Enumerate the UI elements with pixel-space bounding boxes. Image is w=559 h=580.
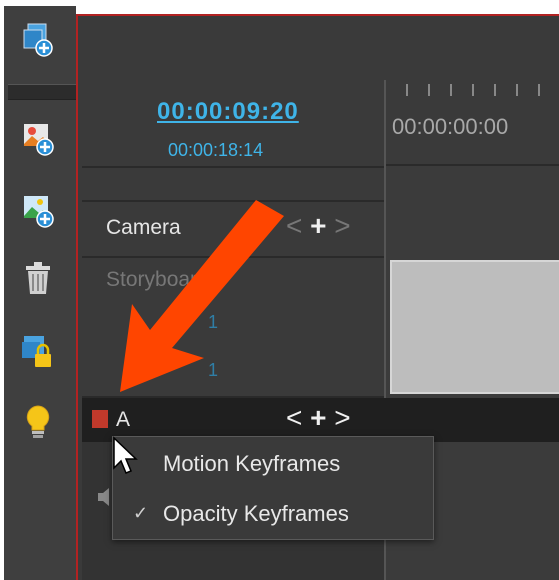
ruler-tick [494,84,496,96]
ruler-tick [406,84,408,96]
time-ruler[interactable]: 00:00:00:00 [386,80,559,166]
next-keyframe-button[interactable]: > [334,402,350,433]
divider [82,200,384,202]
menu-item-label: Opacity Keyframes [163,501,349,526]
storyboard-track-label: Storyboard [106,268,209,291]
lock-tool[interactable] [18,332,58,372]
menu-item-motion-keyframes[interactable]: Motion Keyframes [113,439,433,489]
camera-track-label: Camera [106,216,181,239]
add-photo-tool[interactable] [18,190,58,230]
timeline-clip[interactable] [390,260,559,394]
total-duration: 00:00:18:14 [168,140,264,160]
next-keyframe-button[interactable]: > [334,210,350,241]
lock-icon [22,336,51,367]
divider [82,256,384,258]
track-a-color-icon [92,410,108,428]
checkmark-icon: ✓ [133,503,149,523]
add-image-tool[interactable] [18,118,58,158]
divider [82,166,384,168]
tips-tool[interactable] [18,402,58,442]
add-object-tool[interactable] [18,20,58,60]
add-object-icon [23,23,53,57]
menu-item-label: Motion Keyframes [163,451,341,476]
ruler-tick [450,84,452,96]
left-toolbar [4,6,76,580]
ruler-tick [472,84,474,96]
ruler-tick [516,84,518,96]
prev-keyframe-button[interactable]: < [286,210,302,241]
add-image-icon [24,124,54,156]
add-photo-icon [24,196,54,228]
menu-item-opacity-keyframes[interactable]: ✓ Opacity Keyframes [113,489,433,539]
delete-tool[interactable] [18,258,58,298]
add-keyframe-button[interactable]: + [310,402,326,433]
app-window: 00:00:09:20 00:00:18:14 Camera < + > Sto… [0,0,559,580]
lightbulb-icon [26,405,50,438]
track-a-keyframe-nav: < + > [286,402,351,434]
add-keyframe-button[interactable]: + [310,210,326,241]
ruler-tick [538,84,540,96]
trash-icon [26,262,50,294]
storyboard-value-2: 1 [208,360,219,380]
ruler-start-time: 00:00:00:00 [392,114,509,139]
context-menu: Motion Keyframes ✓ Opacity Keyframes [112,436,434,540]
toolbar-separator [8,84,76,100]
prev-keyframe-button[interactable]: < [286,402,302,433]
current-timecode[interactable]: 00:00:09:20 [157,98,299,126]
ruler-tick [428,84,430,96]
storyboard-value-1: 1 [208,312,219,332]
camera-keyframe-nav: < + > [286,210,351,242]
track-a-label: A [116,408,131,431]
